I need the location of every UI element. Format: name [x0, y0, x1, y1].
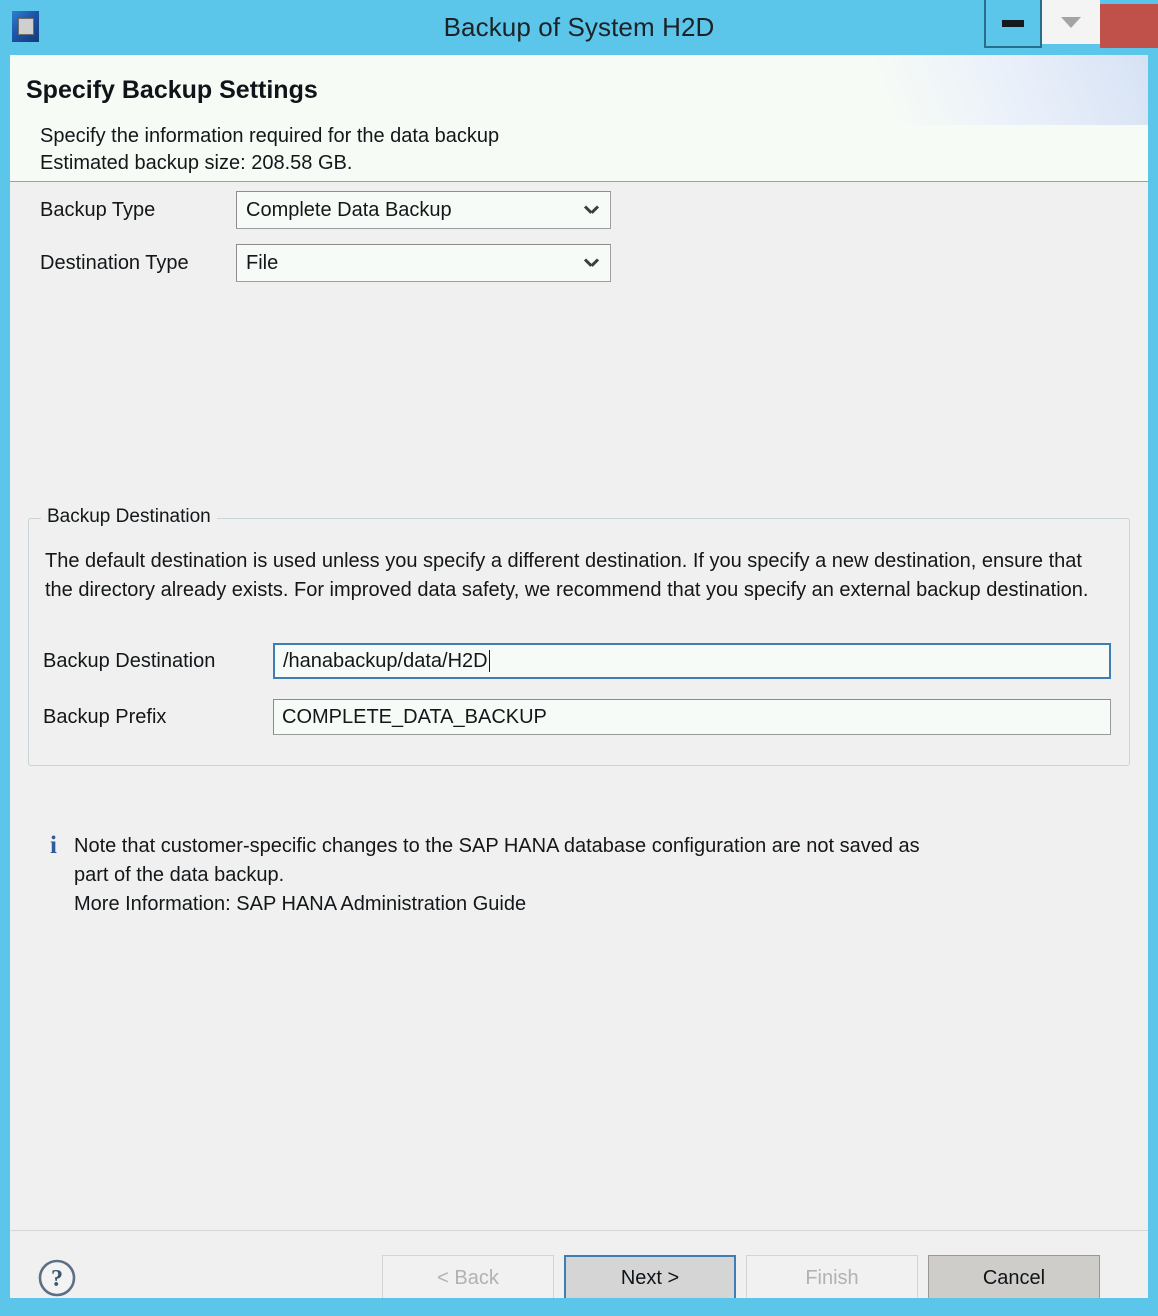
- backup-type-value: Complete Data Backup: [246, 198, 452, 221]
- info-note: i Note that customer-specific changes to…: [50, 832, 1110, 919]
- backup-destination-value: /hanabackup/data/H2D: [283, 649, 488, 672]
- page-description-line1: Specify the information required for the…: [40, 125, 500, 147]
- backup-destination-group-description: The default destination is used unless y…: [45, 550, 1089, 601]
- destination-type-row: Destination Type File: [40, 244, 611, 282]
- destination-type-label: Destination Type: [40, 251, 189, 274]
- info-note-line2: part of the data backup.: [74, 864, 285, 886]
- backup-type-select[interactable]: Complete Data Backup: [236, 191, 611, 229]
- backup-destination-row: Backup Destination /hanabackup/data/H2D: [43, 643, 1111, 679]
- backup-type-row: Backup Type Complete Data Backup: [40, 191, 611, 229]
- back-button[interactable]: < Back: [382, 1255, 554, 1298]
- wizard-header: Specify Backup Settings Specify the info…: [10, 55, 1148, 182]
- info-note-text: Note that customer-specific changes to t…: [74, 832, 1110, 919]
- header-gradient-decoration: [818, 55, 1148, 125]
- info-note-line3: More Information: SAP HANA Administratio…: [74, 893, 527, 915]
- minimize-icon: [1002, 20, 1024, 27]
- info-note-line1: Note that customer-specific changes to t…: [74, 835, 920, 857]
- backup-wizard-window: Backup of System H2D Specify Backup Sett…: [0, 0, 1158, 1316]
- close-icon: [1100, 4, 1158, 48]
- backup-type-label: Backup Type: [40, 198, 156, 221]
- page-title: Specify Backup Settings: [26, 76, 318, 104]
- backup-destination-group: Backup Destination The default destinati…: [28, 506, 1130, 766]
- restore-button[interactable]: [1042, 0, 1100, 48]
- minimize-button[interactable]: [984, 0, 1042, 48]
- backup-destination-group-title: Backup Destination: [41, 506, 217, 528]
- help-icon: ?: [38, 1259, 76, 1297]
- chevron-down-icon: [585, 258, 598, 266]
- wizard-footer: ? < Back Next > Finish Cancel: [10, 1230, 1148, 1298]
- next-button[interactable]: Next >: [564, 1255, 736, 1298]
- destination-type-select[interactable]: File: [236, 244, 611, 282]
- info-icon: i: [50, 832, 57, 859]
- finish-button[interactable]: Finish: [746, 1255, 918, 1298]
- backup-prefix-value: COMPLETE_DATA_BACKUP: [282, 705, 547, 728]
- backup-destination-label: Backup Destination: [43, 649, 216, 672]
- wizard-body: Backup Type Complete Data Backup Destina…: [10, 182, 1148, 1230]
- backup-prefix-input[interactable]: COMPLETE_DATA_BACKUP: [273, 699, 1111, 735]
- window-controls: [984, 0, 1158, 48]
- page-description-line2: Estimated backup size: 208.58 GB.: [40, 152, 353, 174]
- page-description: Specify the information required for the…: [40, 123, 499, 177]
- chevron-down-icon: [585, 205, 598, 213]
- backup-destination-input[interactable]: /hanabackup/data/H2D: [273, 643, 1111, 679]
- text-caret: [488, 650, 490, 672]
- chevron-down-icon: [1061, 17, 1081, 28]
- wizard-button-bar: < Back Next > Finish Cancel: [382, 1255, 1100, 1298]
- close-button[interactable]: [1100, 0, 1158, 48]
- wizard-dialog: Specify Backup Settings Specify the info…: [10, 55, 1148, 1298]
- backup-prefix-label: Backup Prefix: [43, 705, 167, 728]
- destination-type-value: File: [246, 251, 279, 274]
- cancel-button[interactable]: Cancel: [928, 1255, 1100, 1298]
- title-bar[interactable]: Backup of System H2D: [0, 0, 1158, 55]
- help-button[interactable]: ?: [37, 1258, 77, 1298]
- backup-prefix-row: Backup Prefix COMPLETE_DATA_BACKUP: [43, 699, 1111, 735]
- svg-text:?: ?: [51, 1266, 63, 1292]
